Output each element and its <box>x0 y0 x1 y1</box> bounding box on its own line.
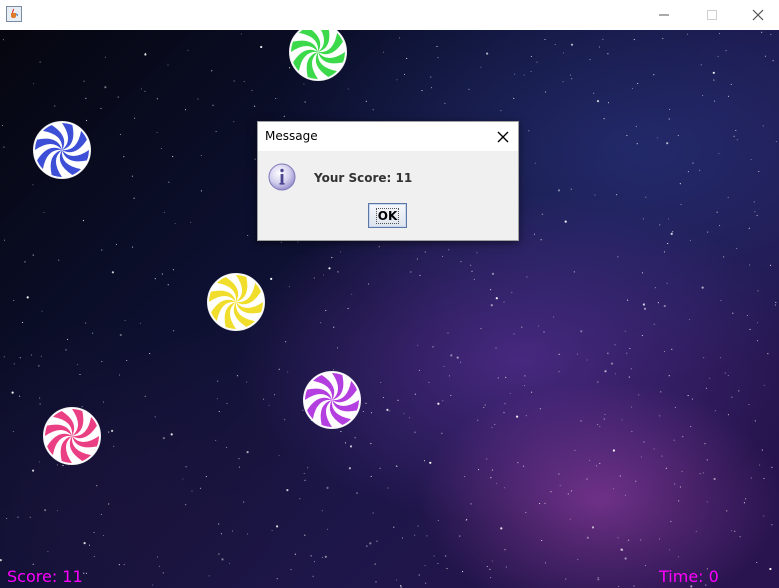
dialog-message: Your Score: 11 <box>314 171 413 185</box>
game-canvas[interactable]: Score: 11 Time: 0 <box>0 30 779 588</box>
window-close-button[interactable] <box>735 0 779 30</box>
score-label: Score: 11 <box>7 567 83 586</box>
message-dialog: Message Your Score: 11 OK <box>257 121 519 241</box>
information-icon <box>268 163 296 191</box>
dialog-title: Message <box>265 129 318 143</box>
ok-button-label: OK <box>375 207 400 224</box>
candy-blue[interactable] <box>32 120 92 180</box>
candy-yellow[interactable] <box>206 272 266 332</box>
ok-button[interactable]: OK <box>368 203 407 228</box>
close-icon <box>497 131 509 143</box>
maximize-button[interactable] <box>689 0 735 30</box>
window-titlebar <box>0 0 779 30</box>
minimize-button[interactable] <box>641 0 687 30</box>
close-icon <box>752 9 764 21</box>
dialog-titlebar: Message <box>258 122 518 151</box>
time-label: Time: 0 <box>659 567 719 586</box>
candy-pink[interactable] <box>42 406 102 466</box>
candy-purple[interactable] <box>302 370 362 430</box>
candy-green[interactable] <box>288 30 348 82</box>
maximize-icon <box>707 10 717 20</box>
dialog-close-button[interactable] <box>492 126 514 148</box>
java-app-icon <box>6 6 22 22</box>
minimize-icon <box>659 14 669 16</box>
starfield-background <box>0 31 777 588</box>
